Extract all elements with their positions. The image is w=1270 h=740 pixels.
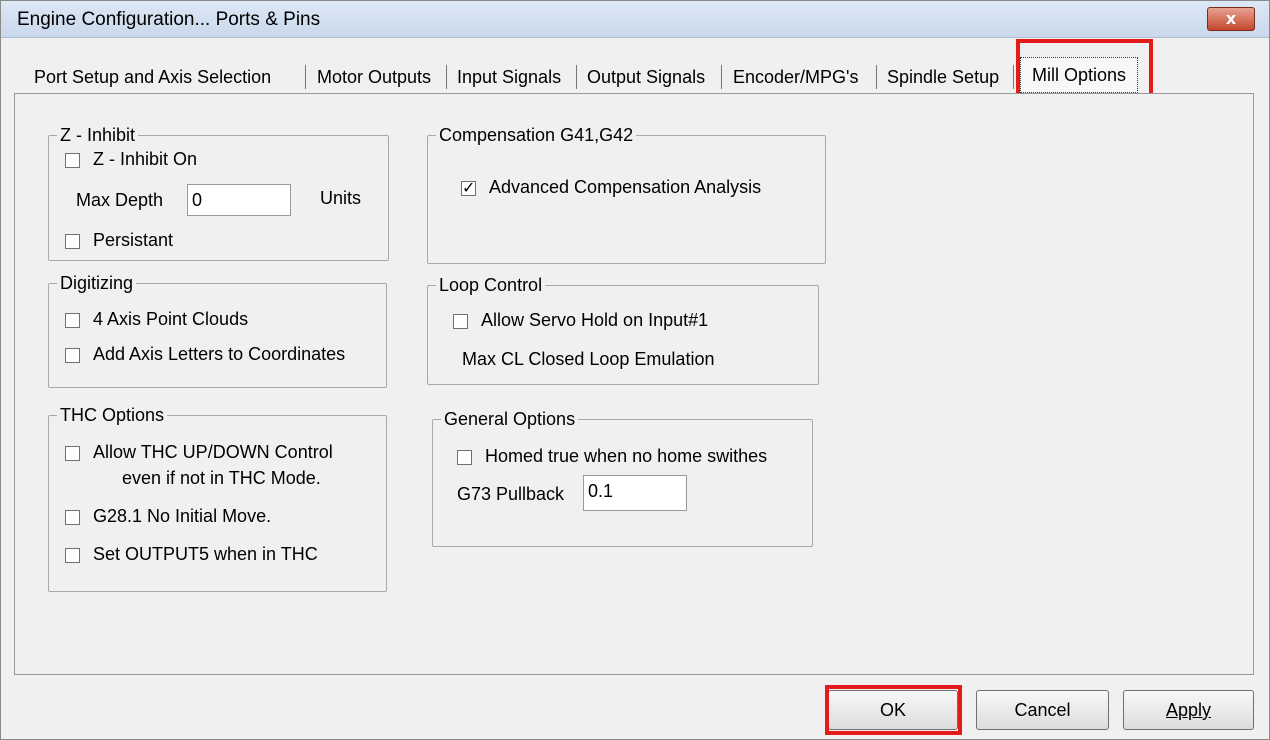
point-clouds-label: 4 Axis Point Clouds [93, 309, 249, 329]
digitizing-group: Digitizing [48, 272, 387, 388]
units-label: Units [320, 188, 362, 208]
servo-hold-label: Allow Servo Hold on Input#1 [481, 310, 709, 330]
cancel-button[interactable]: Cancel [976, 690, 1109, 730]
checkbox-box[interactable] [65, 234, 80, 249]
thc-updown-label-line2: even if not in THC Mode. [122, 468, 321, 488]
z-inhibit-legend: Z - Inhibit [57, 124, 139, 146]
output5-label: Set OUTPUT5 when in THC [93, 544, 318, 564]
highlight-ok-button [825, 685, 962, 735]
thc-options-legend: THC Options [57, 404, 168, 426]
tab-spindle-setup[interactable]: Spindle Setup [887, 61, 999, 93]
general-options-legend: General Options [441, 408, 579, 430]
advanced-compensation-checkbox[interactable]: ✓ Advanced Compensation Analysis [461, 177, 761, 198]
close-button[interactable]: x [1207, 7, 1255, 31]
tab-separator [305, 65, 306, 89]
engine-config-dialog: Engine Configuration... Ports & Pins x P… [0, 0, 1270, 740]
tab-separator [576, 65, 577, 89]
max-cl-label: Max CL Closed Loop Emulation [462, 349, 715, 369]
apply-button[interactable]: Apply [1123, 690, 1254, 730]
g28-label: G28.1 No Initial Move. [93, 506, 272, 526]
axis-letters-label: Add Axis Letters to Coordinates [93, 344, 346, 364]
tab-input-signals[interactable]: Input Signals [457, 61, 561, 93]
output5-checkbox[interactable]: Set OUTPUT5 when in THC [65, 544, 318, 565]
compensation-group: Compensation G41,G42 [427, 124, 826, 264]
g73-pullback-input[interactable]: 0.1 [583, 475, 687, 511]
title-bar: Engine Configuration... Ports & Pins x [1, 1, 1269, 38]
tab-encoder-mpg[interactable]: Encoder/MPG's [733, 61, 858, 93]
thc-updown-label: Allow THC UP/DOWN Control [93, 442, 333, 462]
homed-true-checkbox[interactable]: Homed true when no home swithes [457, 446, 767, 467]
checkbox-box[interactable] [453, 314, 468, 329]
window-title: Engine Configuration... Ports & Pins [17, 9, 321, 30]
tab-separator [446, 65, 447, 89]
tab-separator [721, 65, 722, 89]
thc-updown-checkbox[interactable]: Allow THC UP/DOWN Control [65, 442, 333, 463]
point-clouds-checkbox[interactable]: 4 Axis Point Clouds [65, 309, 248, 330]
checkbox-box[interactable] [65, 348, 80, 363]
checkbox-box[interactable] [65, 446, 80, 461]
tab-separator [1013, 65, 1014, 89]
max-depth-input[interactable]: 0 [187, 184, 291, 216]
g28-checkbox[interactable]: G28.1 No Initial Move. [65, 506, 271, 527]
compensation-legend: Compensation G41,G42 [436, 124, 637, 146]
persistant-label: Persistant [93, 230, 174, 250]
checkbox-box[interactable] [65, 548, 80, 563]
tab-output-signals[interactable]: Output Signals [587, 61, 705, 93]
checkmark-icon[interactable]: ✓ [461, 180, 476, 196]
loop-control-legend: Loop Control [436, 274, 546, 296]
advanced-compensation-label: Advanced Compensation Analysis [489, 177, 762, 197]
digitizing-legend: Digitizing [57, 272, 137, 294]
servo-hold-checkbox[interactable]: Allow Servo Hold on Input#1 [453, 310, 708, 331]
z-inhibit-on-label: Z - Inhibit On [93, 149, 198, 169]
checkbox-box[interactable] [457, 450, 472, 465]
g73-pullback-label: G73 Pullback [457, 484, 565, 504]
max-depth-label: Max Depth [76, 190, 164, 210]
checkbox-box[interactable] [65, 510, 80, 525]
checkbox-box[interactable] [65, 313, 80, 328]
tab-port-setup[interactable]: Port Setup and Axis Selection [34, 61, 271, 93]
checkbox-box[interactable] [65, 153, 80, 168]
homed-true-label: Homed true when no home swithes [485, 446, 768, 466]
persistant-checkbox[interactable]: Persistant [65, 230, 173, 251]
axis-letters-checkbox[interactable]: Add Axis Letters to Coordinates [65, 344, 345, 365]
tab-motor-outputs[interactable]: Motor Outputs [317, 61, 431, 93]
close-icon: x [1225, 9, 1237, 28]
loop-control-group: Loop Control [427, 274, 819, 385]
tab-separator [876, 65, 877, 89]
z-inhibit-on-checkbox[interactable]: Z - Inhibit On [65, 149, 197, 170]
